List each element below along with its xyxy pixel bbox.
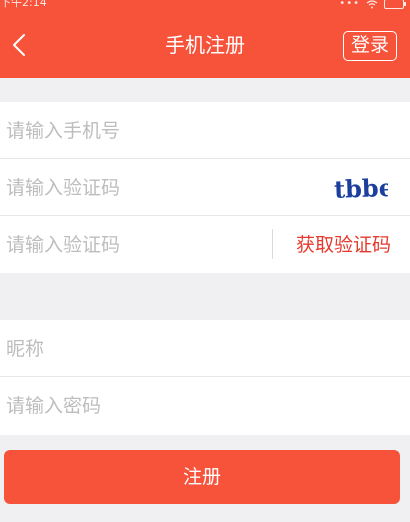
app-header: 下午2:14 ••• 手机注册 登录	[0, 0, 410, 78]
login-button[interactable]: 登录	[343, 31, 397, 61]
account-form-group	[0, 320, 410, 435]
status-icons: •••	[339, 0, 406, 10]
verification-form-group: tbbe 获取验证码	[0, 102, 410, 274]
phone-input[interactable]	[4, 102, 258, 160]
register-button[interactable]: 注册	[4, 450, 400, 504]
captcha-text: tbbe	[334, 173, 388, 203]
sms-code-input[interactable]	[4, 216, 258, 274]
battery-icon	[384, 0, 406, 9]
signal-dots-icon: •••	[339, 0, 360, 9]
phone-row	[0, 102, 410, 160]
status-time: 下午2:14	[0, 0, 47, 9]
captcha-image[interactable]: tbbe	[332, 173, 388, 203]
sms-code-row: 获取验证码	[0, 216, 410, 274]
nickname-input[interactable]	[4, 320, 258, 378]
status-bar: 下午2:14 •••	[0, 0, 410, 12]
wifi-icon	[366, 0, 378, 8]
password-input[interactable]	[4, 377, 258, 435]
nickname-row	[0, 320, 410, 378]
field-divider	[272, 229, 273, 259]
captcha-row: tbbe	[0, 159, 410, 217]
password-row	[0, 377, 410, 435]
captcha-input[interactable]	[4, 159, 258, 217]
get-code-button[interactable]: 获取验证码	[296, 230, 391, 260]
